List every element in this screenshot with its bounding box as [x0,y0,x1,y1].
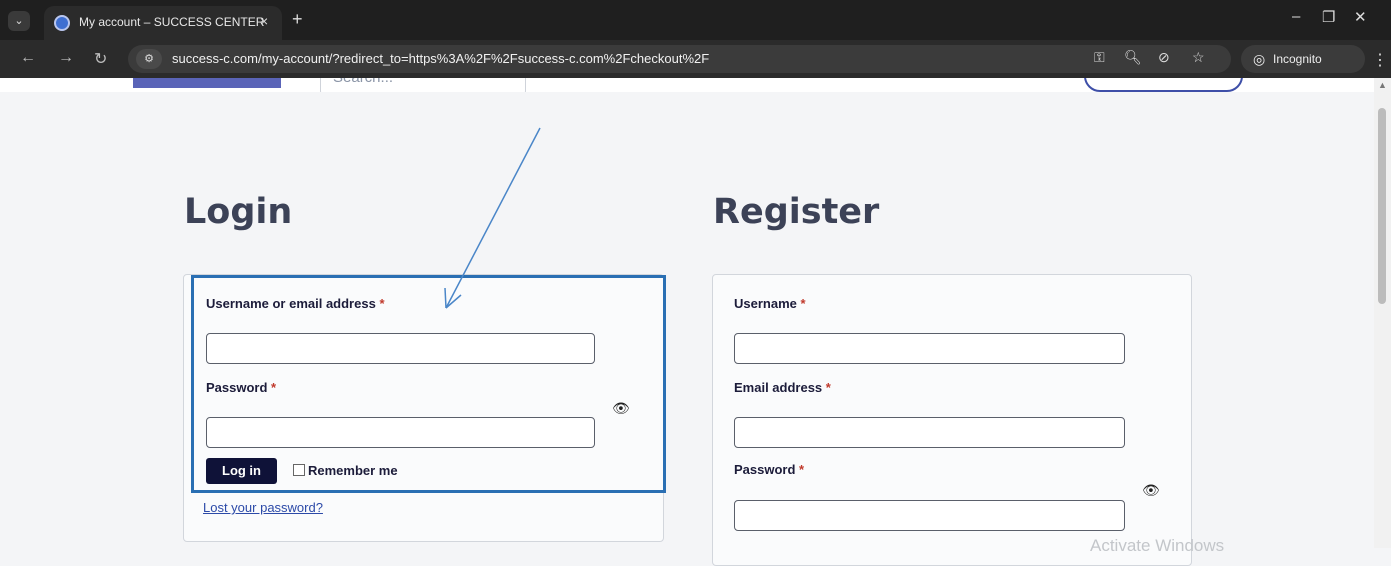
activate-windows-watermark: Activate Windows [1090,536,1225,555]
annotation-arrow [444,127,541,309]
